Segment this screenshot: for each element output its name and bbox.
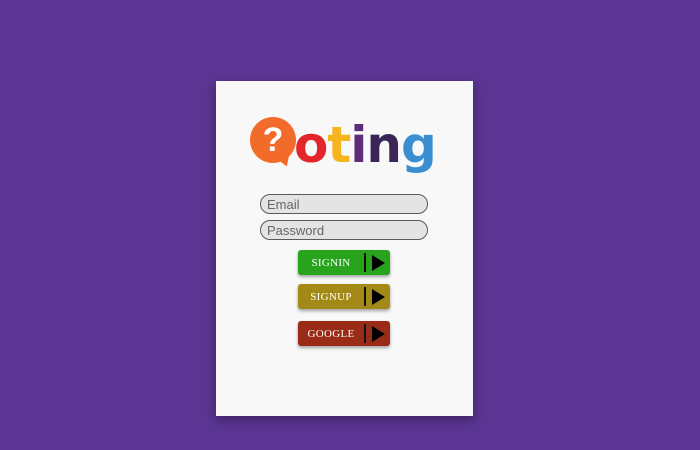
signin-button[interactable]: SIGNIN xyxy=(298,250,390,275)
signup-button-label: SIGNUP xyxy=(310,290,352,303)
app-logo: ? oting xyxy=(250,115,440,175)
logo-letter-t: t xyxy=(327,116,351,174)
play-arrow-icon xyxy=(366,254,390,271)
password-input[interactable] xyxy=(260,220,428,240)
logo-letter-g: g xyxy=(401,116,437,174)
logo-wordmark: oting xyxy=(294,115,437,175)
logo-letter-n: n xyxy=(366,116,402,174)
google-button-label: GOOGLE xyxy=(307,327,355,340)
email-input[interactable] xyxy=(260,194,428,214)
signin-button-label: SIGNIN xyxy=(311,256,351,269)
signup-button[interactable]: SIGNUP xyxy=(298,284,390,309)
play-arrow-icon xyxy=(366,325,390,342)
logo-letter-i: i xyxy=(350,116,367,174)
login-card: ? oting SIGNIN SIGNUP GOOGLE xyxy=(216,81,473,416)
google-signin-button[interactable]: GOOGLE xyxy=(298,321,390,346)
logo-letter-o: o xyxy=(294,116,328,174)
play-arrow-icon xyxy=(366,288,390,305)
logo-question-mark: ? xyxy=(262,121,284,159)
